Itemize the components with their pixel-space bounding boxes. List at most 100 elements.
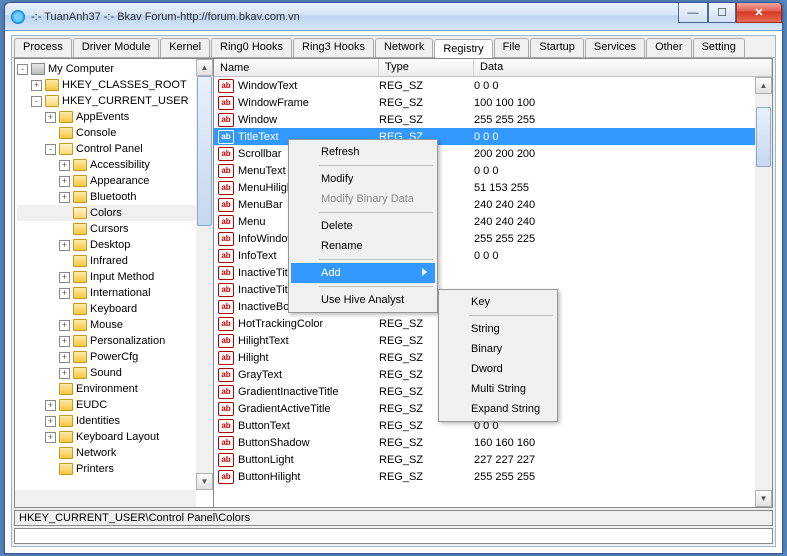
menu-add[interactable]: Add xyxy=(291,263,435,283)
col-data[interactable]: Data xyxy=(474,59,772,76)
expander-icon[interactable]: + xyxy=(59,272,70,283)
tree-node[interactable]: Console xyxy=(17,125,211,141)
tree-label: Printers xyxy=(76,463,114,475)
close-button[interactable]: ✕ xyxy=(736,3,782,23)
list-header[interactable]: Name Type Data xyxy=(214,59,772,77)
tree-node[interactable]: Network xyxy=(17,445,211,461)
tab-process[interactable]: Process xyxy=(14,38,72,57)
tree-label: PowerCfg xyxy=(90,351,138,363)
tab-registry[interactable]: Registry xyxy=(434,39,492,58)
expander-icon[interactable]: + xyxy=(59,160,70,171)
menu-add-expandstring[interactable]: Expand String xyxy=(441,399,555,419)
tree-node[interactable]: +Input Method xyxy=(17,269,211,285)
list-row[interactable]: abButtonShadowREG_SZ160 160 160 xyxy=(214,434,772,451)
tab-startup[interactable]: Startup xyxy=(530,38,583,57)
tree-node[interactable]: +Keyboard Layout xyxy=(17,429,211,445)
window-title: -:- TuanAnh37 -:- Bkav Forum-http://foru… xyxy=(31,11,776,23)
expander-icon[interactable]: + xyxy=(59,288,70,299)
tab-ring3-hooks[interactable]: Ring3 Hooks xyxy=(293,38,374,57)
menu-modify[interactable]: Modify xyxy=(291,169,435,189)
tree-node[interactable]: +International xyxy=(17,285,211,301)
command-input[interactable] xyxy=(14,528,773,544)
expander-icon[interactable]: + xyxy=(59,352,70,363)
menu-add-string[interactable]: String xyxy=(441,319,555,339)
expander-icon[interactable]: - xyxy=(31,96,42,107)
tree-node[interactable]: +Bluetooth xyxy=(17,189,211,205)
menu-add-multistring[interactable]: Multi String xyxy=(441,379,555,399)
tree-node[interactable]: Keyboard xyxy=(17,301,211,317)
tree-node[interactable]: +Mouse xyxy=(17,317,211,333)
scroll-down-icon[interactable]: ▼ xyxy=(196,473,213,490)
tab-services[interactable]: Services xyxy=(585,38,645,57)
col-name[interactable]: Name xyxy=(214,59,379,76)
titlebar[interactable]: -:- TuanAnh37 -:- Bkav Forum-http://foru… xyxy=(5,3,782,31)
tree-node[interactable]: +Personalization xyxy=(17,333,211,349)
expander-icon[interactable]: - xyxy=(45,144,56,155)
menu-add-key[interactable]: Key xyxy=(441,292,555,312)
tree-node[interactable]: +AppEvents xyxy=(17,109,211,125)
expander-icon[interactable]: + xyxy=(59,176,70,187)
tree-node[interactable]: +HKEY_CLASSES_ROOT xyxy=(17,77,211,93)
tree-node[interactable]: +Identities xyxy=(17,413,211,429)
menu-separator xyxy=(319,165,433,166)
list-vscroll[interactable]: ▲ ▼ xyxy=(755,77,772,507)
tab-file[interactable]: File xyxy=(494,38,530,57)
scroll-down-icon[interactable]: ▼ xyxy=(755,490,772,507)
menu-hive-analyst[interactable]: Use Hive Analyst xyxy=(291,290,435,310)
maximize-button[interactable]: ☐ xyxy=(708,3,736,23)
list-row[interactable]: abWindowFrameREG_SZ100 100 100 xyxy=(214,94,772,111)
tree-node[interactable]: -My Computer xyxy=(17,61,211,77)
tab-other[interactable]: Other xyxy=(646,38,692,57)
tree-node[interactable]: +Appearance xyxy=(17,173,211,189)
minimize-button[interactable]: — xyxy=(678,3,708,23)
expander-icon[interactable]: + xyxy=(31,80,42,91)
scroll-up-icon[interactable]: ▲ xyxy=(196,59,213,76)
tree-pane[interactable]: -My Computer+HKEY_CLASSES_ROOT-HKEY_CURR… xyxy=(14,58,214,508)
menu-refresh[interactable]: Refresh xyxy=(291,142,435,162)
tree-node[interactable]: -Control Panel xyxy=(17,141,211,157)
scroll-thumb[interactable] xyxy=(197,76,212,226)
list-row[interactable]: abWindowREG_SZ255 255 255 xyxy=(214,111,772,128)
tree-node[interactable]: -HKEY_CURRENT_USER xyxy=(17,93,211,109)
tab-network[interactable]: Network xyxy=(375,38,433,57)
tree-node[interactable]: +EUDC xyxy=(17,397,211,413)
menu-modify-binary[interactable]: Modify Binary Data xyxy=(291,189,435,209)
menu-delete[interactable]: Delete xyxy=(291,216,435,236)
scroll-up-icon[interactable]: ▲ xyxy=(755,77,772,94)
expander-icon[interactable]: + xyxy=(59,240,70,251)
tree-vscroll[interactable]: ▲ ▼ xyxy=(196,59,213,490)
menu-rename[interactable]: Rename xyxy=(291,236,435,256)
expander-icon[interactable]: + xyxy=(59,336,70,347)
list-row[interactable]: abButtonLightREG_SZ227 227 227 xyxy=(214,451,772,468)
tree-node[interactable]: Environment xyxy=(17,381,211,397)
tree-hscroll[interactable] xyxy=(15,490,196,507)
menu-add-dword[interactable]: Dword xyxy=(441,359,555,379)
expander-icon[interactable]: + xyxy=(45,400,56,411)
tree-node[interactable]: Printers xyxy=(17,461,211,477)
expander-icon[interactable]: + xyxy=(45,416,56,427)
tab-setting[interactable]: Setting xyxy=(693,38,745,57)
list-row[interactable]: abButtonHilightREG_SZ255 255 255 xyxy=(214,468,772,485)
menu-add-binary[interactable]: Binary xyxy=(441,339,555,359)
tab-driver-module[interactable]: Driver Module xyxy=(73,38,159,57)
tab-ring0-hooks[interactable]: Ring0 Hooks xyxy=(211,38,292,57)
tree-node[interactable]: +Sound xyxy=(17,365,211,381)
tree-node[interactable]: + PowerCfg xyxy=(17,349,211,365)
tree-node[interactable]: Colors xyxy=(17,205,211,221)
tree-node[interactable]: +Accessibility xyxy=(17,157,211,173)
expander-icon[interactable]: + xyxy=(59,320,70,331)
tree-node[interactable]: +Desktop xyxy=(17,237,211,253)
expander-icon[interactable]: + xyxy=(45,112,56,123)
expander-icon[interactable]: + xyxy=(59,368,70,379)
tree-node[interactable]: Cursors xyxy=(17,221,211,237)
status-bar: HKEY_CURRENT_USER\Control Panel\Colors xyxy=(14,510,773,526)
expander-icon[interactable]: + xyxy=(45,432,56,443)
scroll-thumb[interactable] xyxy=(756,107,771,167)
folder-icon xyxy=(45,79,59,91)
list-row[interactable]: abWindowTextREG_SZ0 0 0 xyxy=(214,77,772,94)
col-type[interactable]: Type xyxy=(379,59,474,76)
tree-node[interactable]: Infrared xyxy=(17,253,211,269)
expander-icon[interactable]: - xyxy=(17,64,28,75)
tab-kernel[interactable]: Kernel xyxy=(160,38,210,57)
expander-icon[interactable]: + xyxy=(59,192,70,203)
